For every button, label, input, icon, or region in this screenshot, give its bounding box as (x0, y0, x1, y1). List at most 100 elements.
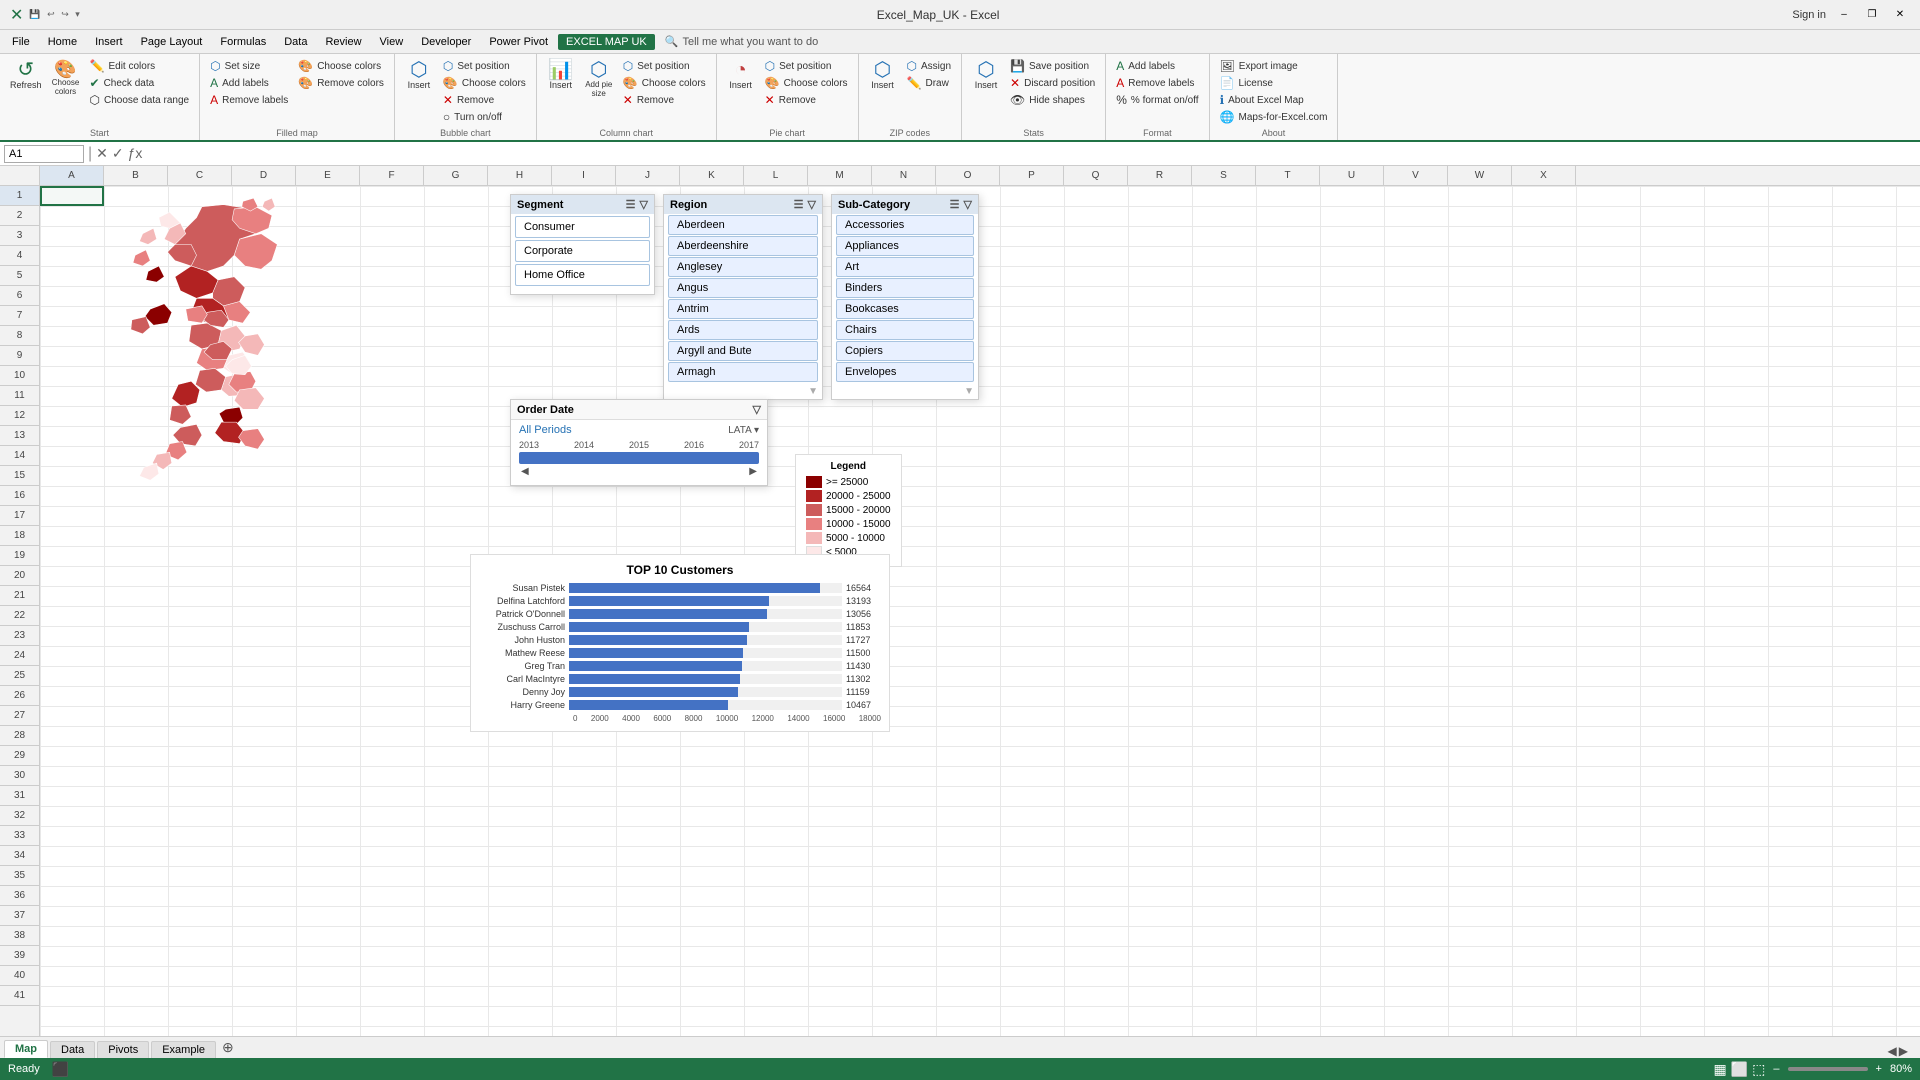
row-header-4[interactable]: 4 (0, 246, 39, 266)
row-header-5[interactable]: 5 (0, 266, 39, 286)
choose-colors-pie-button[interactable]: 🎨 Choose colors (761, 75, 852, 91)
row-header-11[interactable]: 11 (0, 386, 39, 406)
row-header-14[interactable]: 14 (0, 446, 39, 466)
col-header-L[interactable]: L (744, 166, 808, 185)
col-header-I[interactable]: I (552, 166, 616, 185)
insert-zip-button[interactable]: ⬡ Insert (865, 58, 901, 92)
col-header-R[interactable]: R (1128, 166, 1192, 185)
page-layout-view-icon[interactable]: ⬜ (1731, 1061, 1748, 1078)
menu-file[interactable]: File (4, 34, 38, 50)
menu-excel-map-uk[interactable]: EXCEL MAP UK (558, 34, 655, 50)
subcat-item-appliances[interactable]: Appliances (836, 236, 974, 256)
row-header-28[interactable]: 28 (0, 726, 39, 746)
row-header-12[interactable]: 12 (0, 406, 39, 426)
remove-labels-filled-button[interactable]: A Remove labels (206, 92, 292, 108)
menu-developer[interactable]: Developer (413, 34, 479, 50)
choose-colors-filled-button[interactable]: 🎨 Choose colors (294, 58, 388, 74)
date-mode-label[interactable]: LATA ▾ (728, 425, 759, 436)
hide-shapes-button[interactable]: 👁 Hide shapes (1006, 92, 1099, 108)
row-header-29[interactable]: 29 (0, 746, 39, 766)
region-item-argyll[interactable]: Argyll and Bute (668, 341, 818, 361)
subcategory-filter-icon[interactable]: ▽ (964, 198, 972, 211)
sheet-tab-data[interactable]: Data (50, 1041, 95, 1058)
region-item-aberdeenshire[interactable]: Aberdeenshire (668, 236, 818, 256)
close-button[interactable]: ✕ (1890, 8, 1910, 22)
region-item-aberdeen[interactable]: Aberdeen (668, 215, 818, 235)
col-header-N[interactable]: N (872, 166, 936, 185)
row-header-33[interactable]: 33 (0, 826, 39, 846)
row-header-23[interactable]: 23 (0, 626, 39, 646)
insert-stats-button[interactable]: ⬡ Insert (968, 58, 1004, 92)
remove-labels-format-button[interactable]: A Remove labels (1112, 75, 1202, 91)
menu-power-pivot[interactable]: Power Pivot (481, 34, 556, 50)
col-header-M[interactable]: M (808, 166, 872, 185)
draw-zip-button[interactable]: ✏️ Draw (903, 75, 956, 91)
row-header-32[interactable]: 32 (0, 806, 39, 826)
insert-function-icon[interactable]: ƒx (128, 145, 143, 162)
insert-bubble-button[interactable]: ⬡ Insert (401, 58, 437, 92)
page-break-view-icon[interactable]: ⬚ (1752, 1061, 1765, 1078)
menu-data[interactable]: Data (276, 34, 315, 50)
zoom-minus[interactable]: – (1773, 1063, 1779, 1075)
segment-item-home-office[interactable]: Home Office (515, 264, 650, 286)
row-header-10[interactable]: 10 (0, 366, 39, 386)
remove-colors-filled-button[interactable]: 🎨 Remove colors (294, 75, 388, 91)
scroll-sheets-left[interactable]: ◀ (1888, 1044, 1897, 1058)
segment-item-corporate[interactable]: Corporate (515, 240, 650, 262)
edit-colors-button[interactable]: ✏️ Edit colors (86, 58, 194, 74)
check-data-button[interactable]: ✔ Check data (86, 75, 194, 91)
scroll-sheets-right[interactable]: ▶ (1899, 1044, 1908, 1058)
choose-data-range-button[interactable]: ⬡ Choose data range (86, 92, 194, 108)
signin-button[interactable]: Sign in (1792, 9, 1826, 21)
remove-column-button[interactable]: ✕ Remove (619, 92, 710, 108)
pct-format-button[interactable]: % % format on/off (1112, 92, 1202, 108)
license-button[interactable]: 📄 License (1216, 75, 1332, 91)
row-header-27[interactable]: 27 (0, 706, 39, 726)
row-header-6[interactable]: 6 (0, 286, 39, 306)
col-header-E[interactable]: E (296, 166, 360, 185)
assign-zip-button[interactable]: ⬡ Assign (903, 58, 956, 74)
choose-colors-start-button[interactable]: 🎨 Choosecolors (48, 58, 84, 98)
menu-home[interactable]: Home (40, 34, 85, 50)
col-header-T[interactable]: T (1256, 166, 1320, 185)
zoom-plus[interactable]: + (1876, 1063, 1882, 1075)
col-header-O[interactable]: O (936, 166, 1000, 185)
row-header-20[interactable]: 20 (0, 566, 39, 586)
segment-filter-icon[interactable]: ▽ (640, 198, 648, 211)
col-header-C[interactable]: C (168, 166, 232, 185)
subcat-item-art[interactable]: Art (836, 257, 974, 277)
row-header-34[interactable]: 34 (0, 846, 39, 866)
col-header-J[interactable]: J (616, 166, 680, 185)
col-header-K[interactable]: K (680, 166, 744, 185)
row-header-9[interactable]: 9 (0, 346, 39, 366)
col-header-P[interactable]: P (1000, 166, 1064, 185)
subcat-item-envelopes[interactable]: Envelopes (836, 362, 974, 382)
row-header-40[interactable]: 40 (0, 966, 39, 986)
remove-pie-button[interactable]: ✕ Remove (761, 92, 852, 108)
save-position-button[interactable]: 💾 Save position (1006, 58, 1099, 74)
region-filter-icon[interactable]: ▽ (808, 198, 816, 211)
row-header-35[interactable]: 35 (0, 866, 39, 886)
tell-me-bar[interactable]: 🔍 Tell me what you want to do (665, 35, 818, 48)
row-header-18[interactable]: 18 (0, 526, 39, 546)
cell-area[interactable]: Segment ☰ ▽ Consumer Corporate Home Offi… (40, 186, 1920, 1036)
row-header-36[interactable]: 36 (0, 886, 39, 906)
row-header-8[interactable]: 8 (0, 326, 39, 346)
timeline-left-btn[interactable]: ◀ (519, 466, 531, 477)
col-header-A[interactable]: A (40, 166, 104, 185)
subcat-item-binders[interactable]: Binders (836, 278, 974, 298)
export-image-button[interactable]: 🖼 Export image (1216, 58, 1332, 74)
row-header-19[interactable]: 19 (0, 546, 39, 566)
set-position-bubble-button[interactable]: ⬡ Set position (439, 58, 530, 74)
cancel-formula-icon[interactable]: ✕ (96, 145, 108, 162)
add-sheet-button[interactable]: ⊕ (218, 1036, 238, 1058)
segment-item-consumer[interactable]: Consumer (515, 216, 650, 238)
row-header-21[interactable]: 21 (0, 586, 39, 606)
name-box[interactable] (4, 145, 84, 163)
col-header-B[interactable]: B (104, 166, 168, 185)
row-header-16[interactable]: 16 (0, 486, 39, 506)
menu-view[interactable]: View (372, 34, 412, 50)
row-header-41[interactable]: 41 (0, 986, 39, 1006)
row-header-22[interactable]: 22 (0, 606, 39, 626)
segment-sort-icon[interactable]: ☰ (626, 198, 636, 211)
